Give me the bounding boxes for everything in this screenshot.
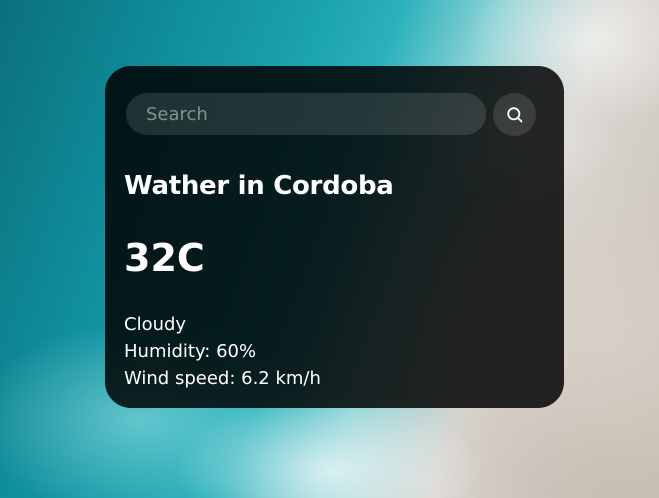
search-icon bbox=[506, 106, 524, 124]
search-button[interactable] bbox=[493, 93, 536, 136]
weather-details: Cloudy Humidity: 60% Wind speed: 6.2 km/… bbox=[124, 311, 321, 392]
weather-description: Cloudy bbox=[124, 314, 187, 335]
weather-card: Wather in Cordoba 32C Cloudy Humidity: 6… bbox=[105, 66, 564, 408]
humidity-text: Humidity: 60% bbox=[124, 341, 257, 362]
city-title: Wather in Cordoba bbox=[124, 171, 394, 201]
temperature-value: 32C bbox=[124, 236, 205, 280]
search-input[interactable] bbox=[126, 93, 486, 135]
wind-speed-text: Wind speed: 6.2 km/h bbox=[124, 368, 321, 389]
